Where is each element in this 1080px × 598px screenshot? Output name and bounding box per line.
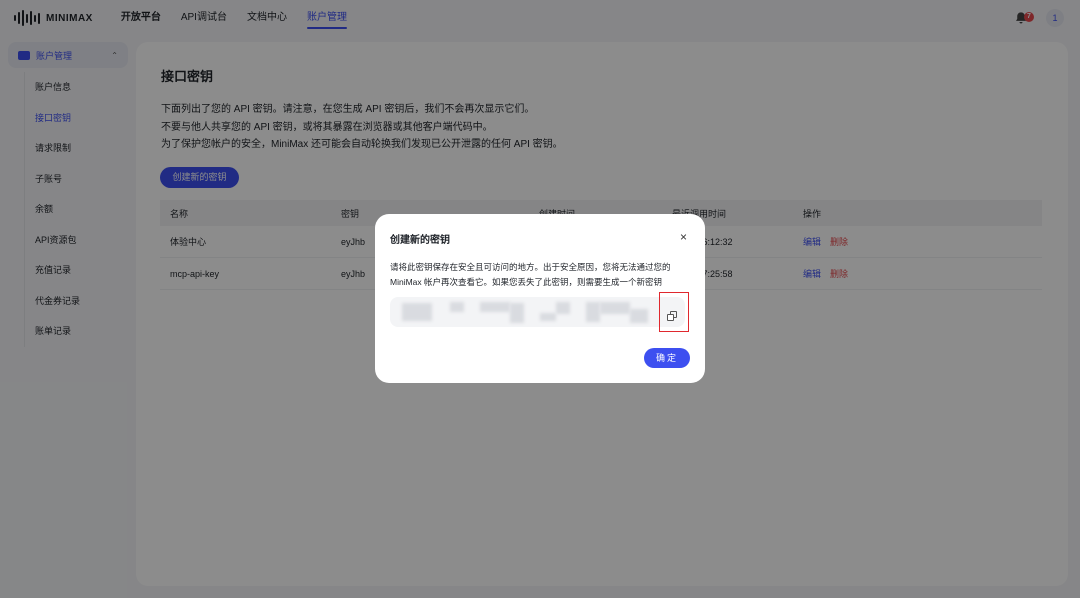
copy-highlight-box xyxy=(659,292,689,332)
close-icon[interactable]: × xyxy=(680,230,687,244)
redacted-key-block xyxy=(402,303,432,321)
redacted-key-block xyxy=(510,303,524,323)
dialog-message: 请将此密钥保存在安全且可访问的地方。出于安全原因，您将无法通过您的 MiniMa… xyxy=(390,262,671,287)
redacted-key-block xyxy=(540,313,556,321)
redacted-key-block xyxy=(630,309,648,323)
redacted-key-block xyxy=(480,302,510,312)
secret-key-field[interactable] xyxy=(390,297,685,327)
confirm-button[interactable]: 确定 xyxy=(644,348,690,368)
dialog-title: 创建新的密钥 xyxy=(390,235,450,246)
redacted-key-block xyxy=(450,302,464,312)
redacted-key-block xyxy=(556,302,570,314)
redacted-key-block xyxy=(586,302,600,322)
create-key-dialog: 创建新的密钥 × 请将此密钥保存在安全且可访问的地方。出于安全原因，您将无法通过… xyxy=(375,214,705,383)
redacted-key-block xyxy=(600,302,630,314)
